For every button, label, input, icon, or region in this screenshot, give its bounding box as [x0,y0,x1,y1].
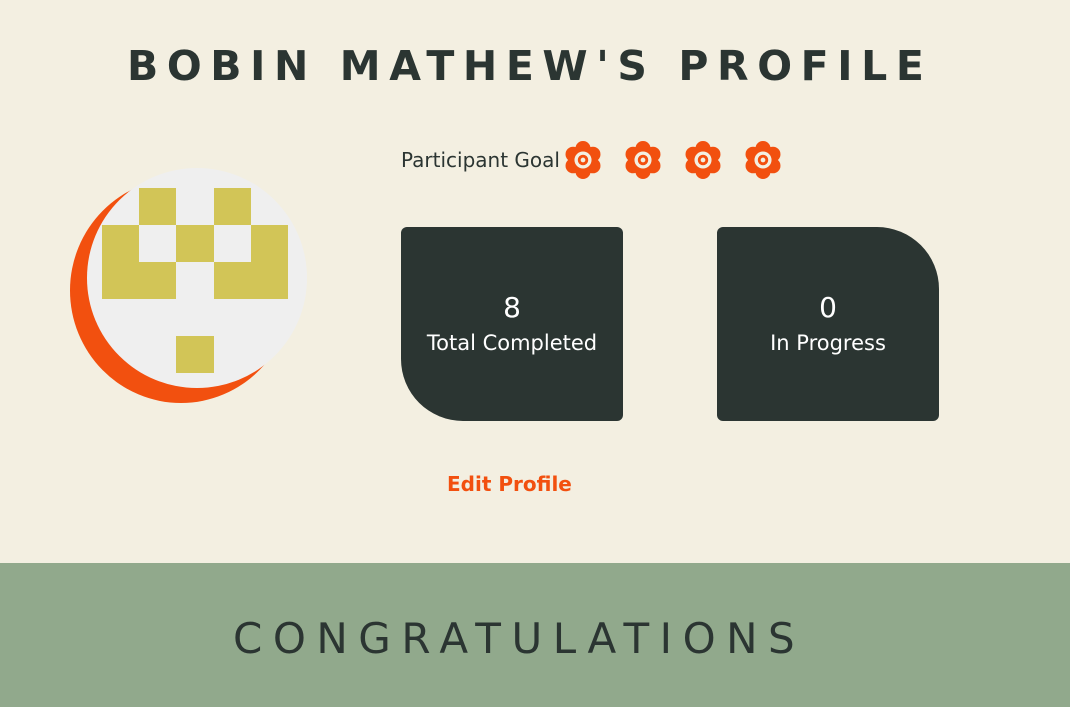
completed-label: Total Completed [426,331,598,355]
congratulations-heading: CONGRATULATIONS [233,614,806,663]
congratulations-banner: CONGRATULATIONS [0,563,1070,707]
profile-section: BOBIN MATHEW'S PROFILE Participant Goal … [0,0,1070,563]
completed-count: 8 [503,291,521,324]
edit-profile-link[interactable]: Edit Profile [447,472,572,496]
identicon-pattern-icon [102,188,288,373]
profile-page: BOBIN MATHEW'S PROFILE Participant Goal … [0,0,1070,707]
in-progress-count: 0 [819,291,837,324]
badge-icon [685,141,721,179]
badge-icon [625,141,661,179]
in-progress-card: 0 In Progress [717,227,939,421]
total-completed-card: 8 Total Completed [401,227,623,421]
badge-icon [745,141,781,179]
badge-icon [565,141,601,179]
page-title: BOBIN MATHEW'S PROFILE [127,42,933,90]
avatar [70,168,310,408]
in-progress-label: In Progress [770,331,886,355]
goal-label: Participant Goal [401,148,560,172]
goal-badges [564,141,782,179]
participant-goal: Participant Goal [401,140,782,180]
avatar-identicon [87,168,307,388]
